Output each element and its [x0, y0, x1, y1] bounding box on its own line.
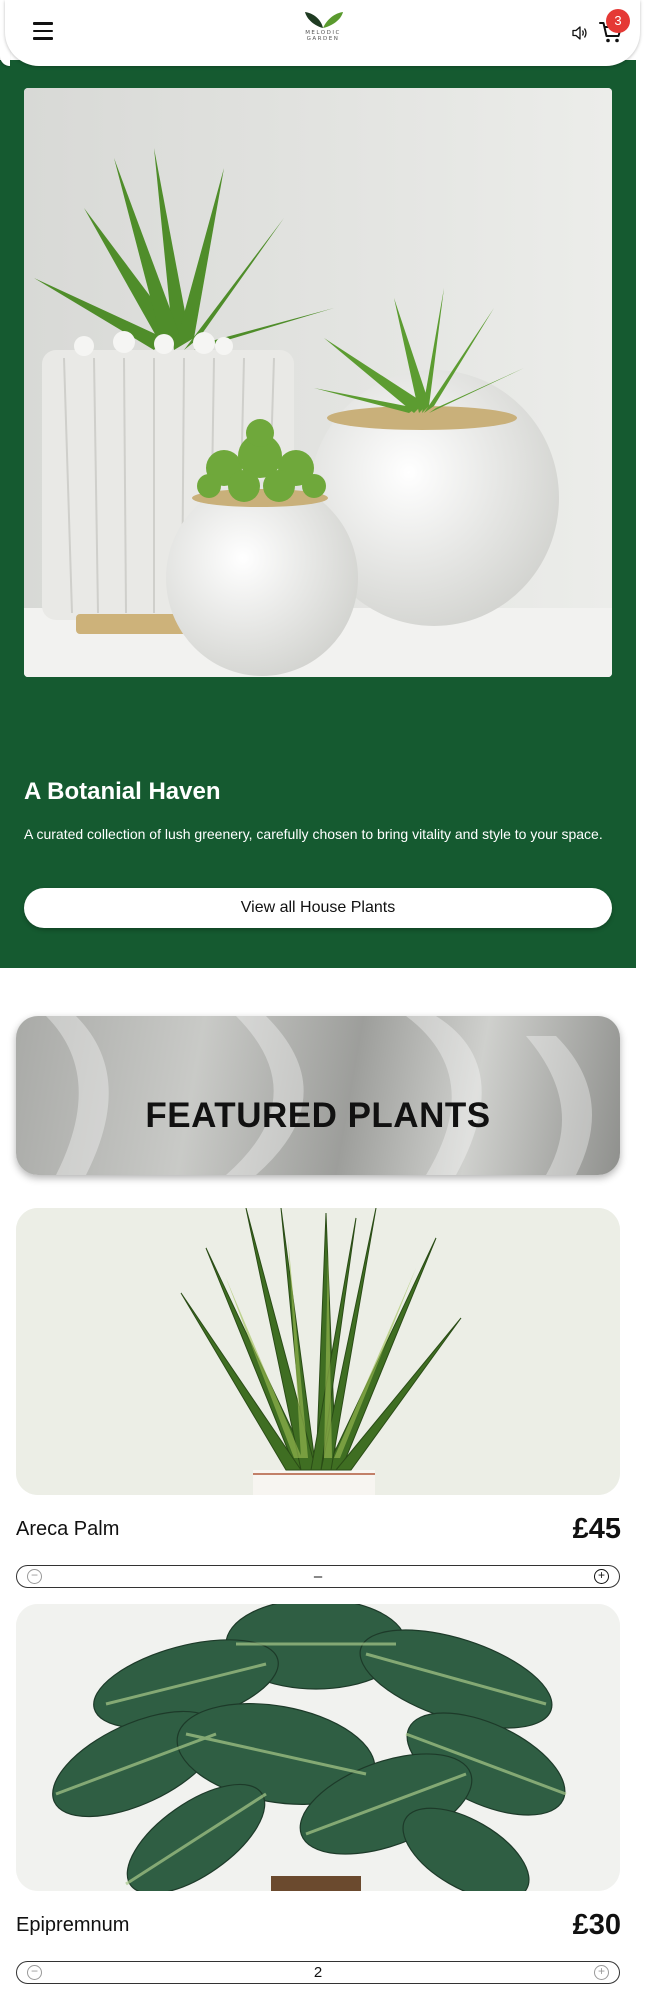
- product-price: £45: [572, 1513, 621, 1545]
- increment-icon[interactable]: +: [594, 1569, 609, 1584]
- quantity-value: –: [313, 1568, 323, 1585]
- product-name[interactable]: Areca Palm: [16, 1518, 119, 1541]
- featured-plants-title: FEATURED PLANTS: [145, 1096, 491, 1135]
- product-image-areca-palm[interactable]: [16, 1208, 620, 1495]
- quantity-stepper: − – +: [16, 1565, 620, 1588]
- featured-banner: FEATURED PLANTS: [16, 1016, 620, 1175]
- hero-description: A curated collection of lush greenery, c…: [24, 826, 603, 842]
- product-image-epipremnum[interactable]: [16, 1604, 620, 1891]
- hero-title: A Botanial Haven: [24, 778, 221, 805]
- quantity-value: 2: [313, 1964, 323, 1981]
- hero-image: [24, 88, 612, 677]
- menu-icon[interactable]: [33, 22, 53, 40]
- leaf-logo-icon: [305, 12, 343, 28]
- quantity-stepper: − 2 +: [16, 1961, 620, 1984]
- speaker-icon[interactable]: [571, 24, 589, 42]
- hero-section: A Botanial Haven A curated collection of…: [0, 60, 636, 968]
- increment-icon[interactable]: +: [594, 1965, 609, 1980]
- cart-count-badge: 3: [606, 9, 630, 33]
- product-price: £30: [572, 1909, 621, 1941]
- site-header: MELODIC GARDEN: [5, 0, 640, 66]
- logo-text-line2: GARDEN: [306, 36, 340, 42]
- view-all-house-plants-button[interactable]: View all House Plants: [24, 888, 612, 928]
- logo[interactable]: MELODIC GARDEN: [295, 10, 351, 50]
- product-name[interactable]: Epipremnum: [16, 1914, 129, 1937]
